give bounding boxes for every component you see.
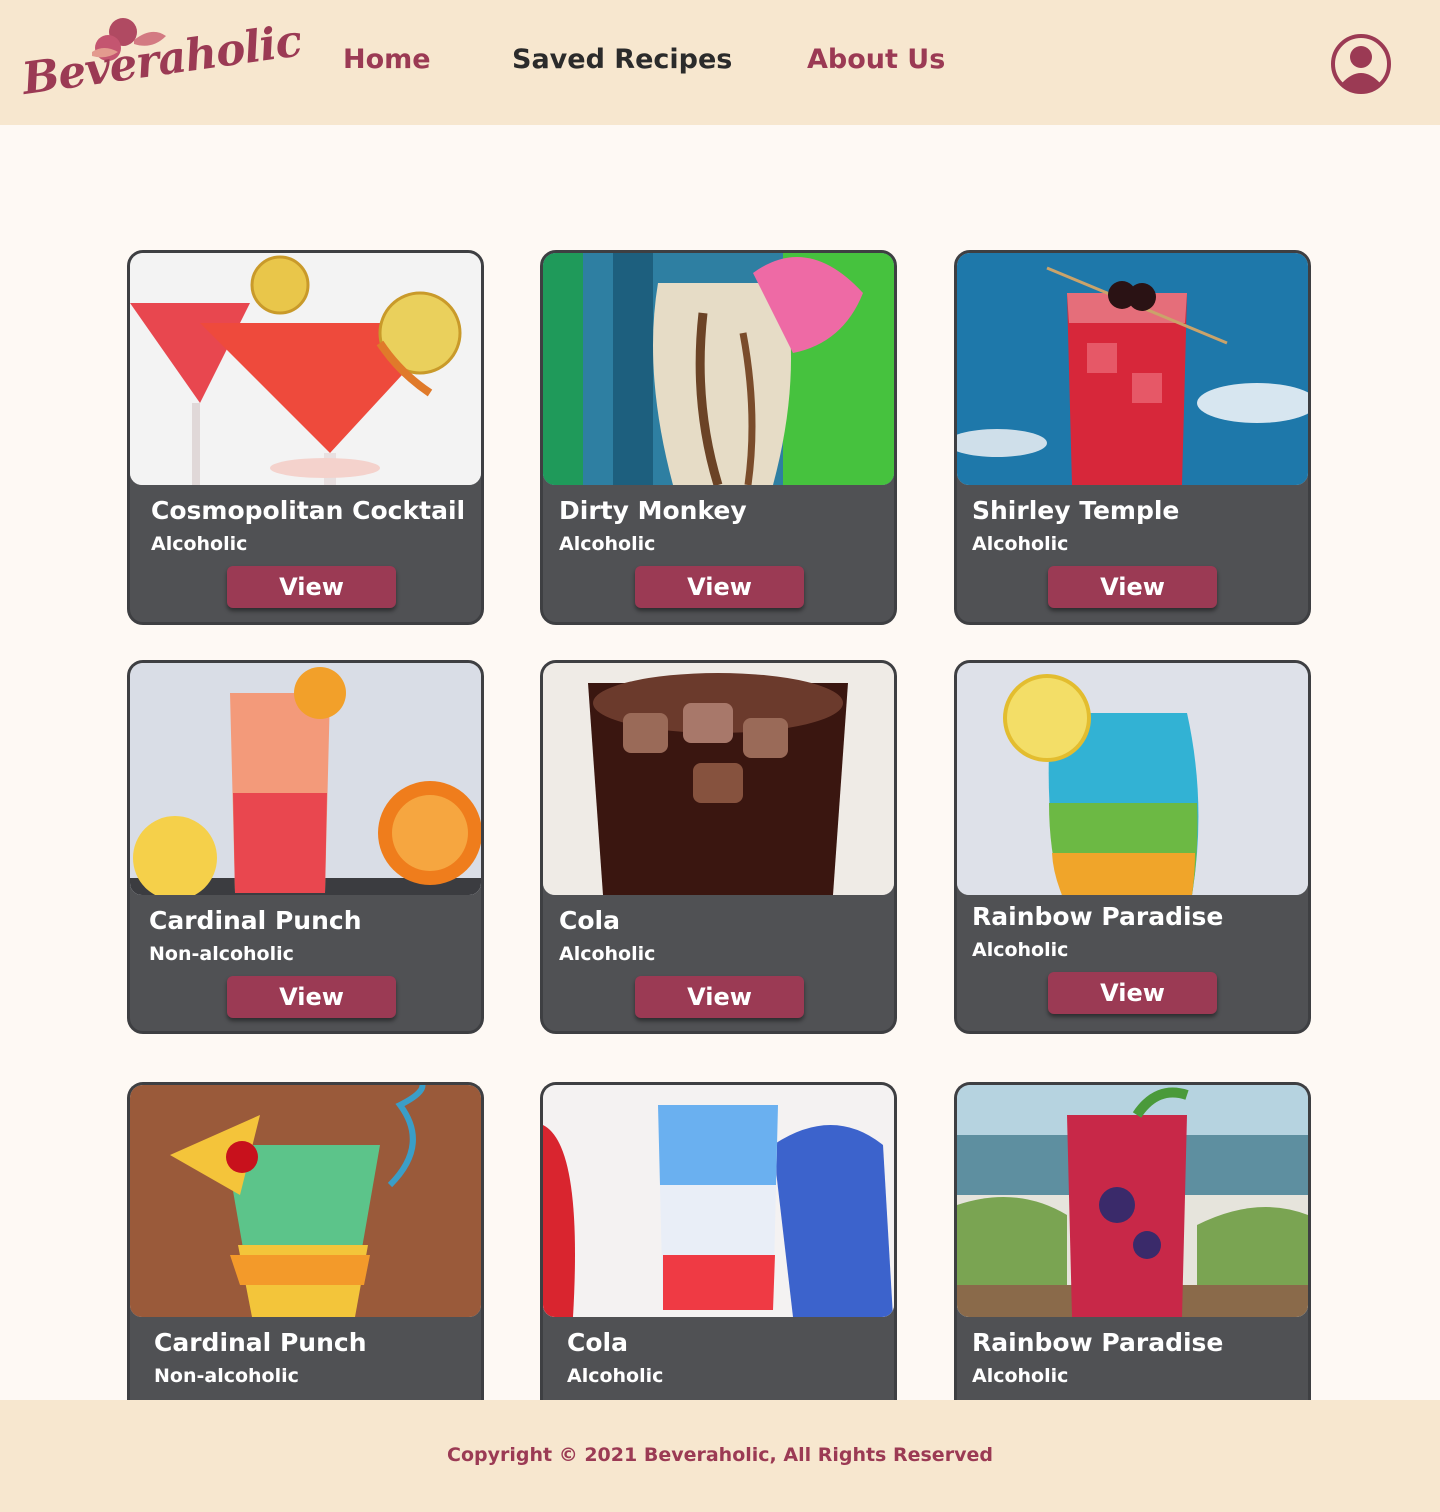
site-footer: Copyright © 2021 Beveraholic, All Rights… [0, 1400, 1440, 1512]
view-button[interactable]: View [1048, 566, 1217, 608]
drink-card: Cola Alcoholic View [540, 660, 897, 1034]
drink-card: Dirty Monkey Alcoholic View [540, 250, 897, 625]
drink-name: Cola [567, 1328, 628, 1357]
rainbow-paradise-photo[interactable] [957, 663, 1308, 895]
copyright-text: Copyright © 2021 Beveraholic, All Rights… [447, 1444, 993, 1466]
drink-name: Shirley Temple [972, 496, 1180, 525]
drink-name: Rainbow Paradise [972, 902, 1224, 931]
drink-card: Cardinal Punch Non-alcoholic View [127, 660, 484, 1034]
drink-type: Alcoholic [559, 943, 656, 965]
drink-type: Non-alcoholic [154, 1365, 299, 1387]
drink-type: Alcoholic [151, 533, 248, 555]
site-header: Beveraholic Home Saved Recipes About Us [0, 0, 1440, 125]
drink-name: Cardinal Punch [154, 1328, 367, 1357]
cola-photo[interactable] [543, 1085, 894, 1317]
nav-saved-recipes[interactable]: Saved Recipes [512, 44, 732, 75]
drink-name: Dirty Monkey [559, 496, 747, 525]
user-profile-button[interactable] [1330, 33, 1392, 95]
drink-name: Rainbow Paradise [972, 1328, 1224, 1357]
drink-type: Alcoholic [972, 533, 1069, 555]
rainbow-paradise-photo[interactable] [957, 1085, 1308, 1317]
shirley-temple-photo[interactable] [957, 253, 1308, 485]
user-avatar-icon [1331, 34, 1391, 94]
drink-name: Cosmopolitan Cocktail [151, 496, 466, 525]
drink-card: Cola Alcoholic [540, 1082, 897, 1400]
view-button[interactable]: View [227, 566, 396, 608]
view-button[interactable]: View [635, 566, 804, 608]
drink-card: Rainbow Paradise Alcoholic [954, 1082, 1311, 1400]
drink-type: Non-alcoholic [149, 943, 294, 965]
drink-card: Cosmopolitan Cocktail Alcoholic View [127, 250, 484, 625]
drink-type: Alcoholic [972, 1365, 1069, 1387]
dirty-monkey-photo[interactable] [543, 253, 894, 485]
view-button[interactable]: View [227, 976, 396, 1018]
cosmopolitan-photo[interactable] [130, 253, 481, 485]
drink-type: Alcoholic [559, 533, 656, 555]
cardinal-punch-photo[interactable] [130, 663, 481, 895]
drink-name: Cola [559, 906, 620, 935]
drink-card: Rainbow Paradise Alcoholic View [954, 660, 1311, 1034]
cola-photo[interactable] [543, 663, 894, 895]
view-button[interactable]: View [635, 976, 804, 1018]
cardinal-punch-photo[interactable] [130, 1085, 481, 1317]
nav-about-us[interactable]: About Us [807, 44, 945, 75]
drink-card: Cardinal Punch Non-alcoholic [127, 1082, 484, 1400]
beveraholic-logo[interactable]: Beveraholic [19, 14, 304, 114]
drink-type: Alcoholic [972, 939, 1069, 961]
drink-card: Shirley Temple Alcoholic View [954, 250, 1311, 625]
view-button[interactable]: View [1048, 972, 1217, 1014]
drink-type: Alcoholic [567, 1365, 664, 1387]
nav-home[interactable]: Home [343, 44, 431, 75]
drink-name: Cardinal Punch [149, 906, 362, 935]
